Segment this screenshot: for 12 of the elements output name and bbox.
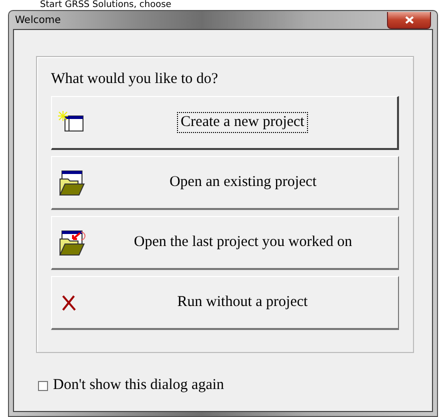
background-heading: Start GRSS Solutions, choose [39,0,172,10]
checkbox-label: Don't show this dialog again [53,377,224,394]
action-button[interactable]: Open an existing project [51,156,399,210]
close-icon [404,16,414,24]
action-button[interactable]: Create a new project [51,96,399,150]
window-title: Welcome [14,14,61,26]
close-button[interactable] [387,12,431,28]
action-button[interactable]: Open the last project you worked on [51,216,399,270]
action-button[interactable]: Run without a project [51,276,399,330]
cross-icon [62,294,76,310]
checkbox[interactable] [38,380,48,390]
prompt-text: What would you like to do? [51,71,220,88]
